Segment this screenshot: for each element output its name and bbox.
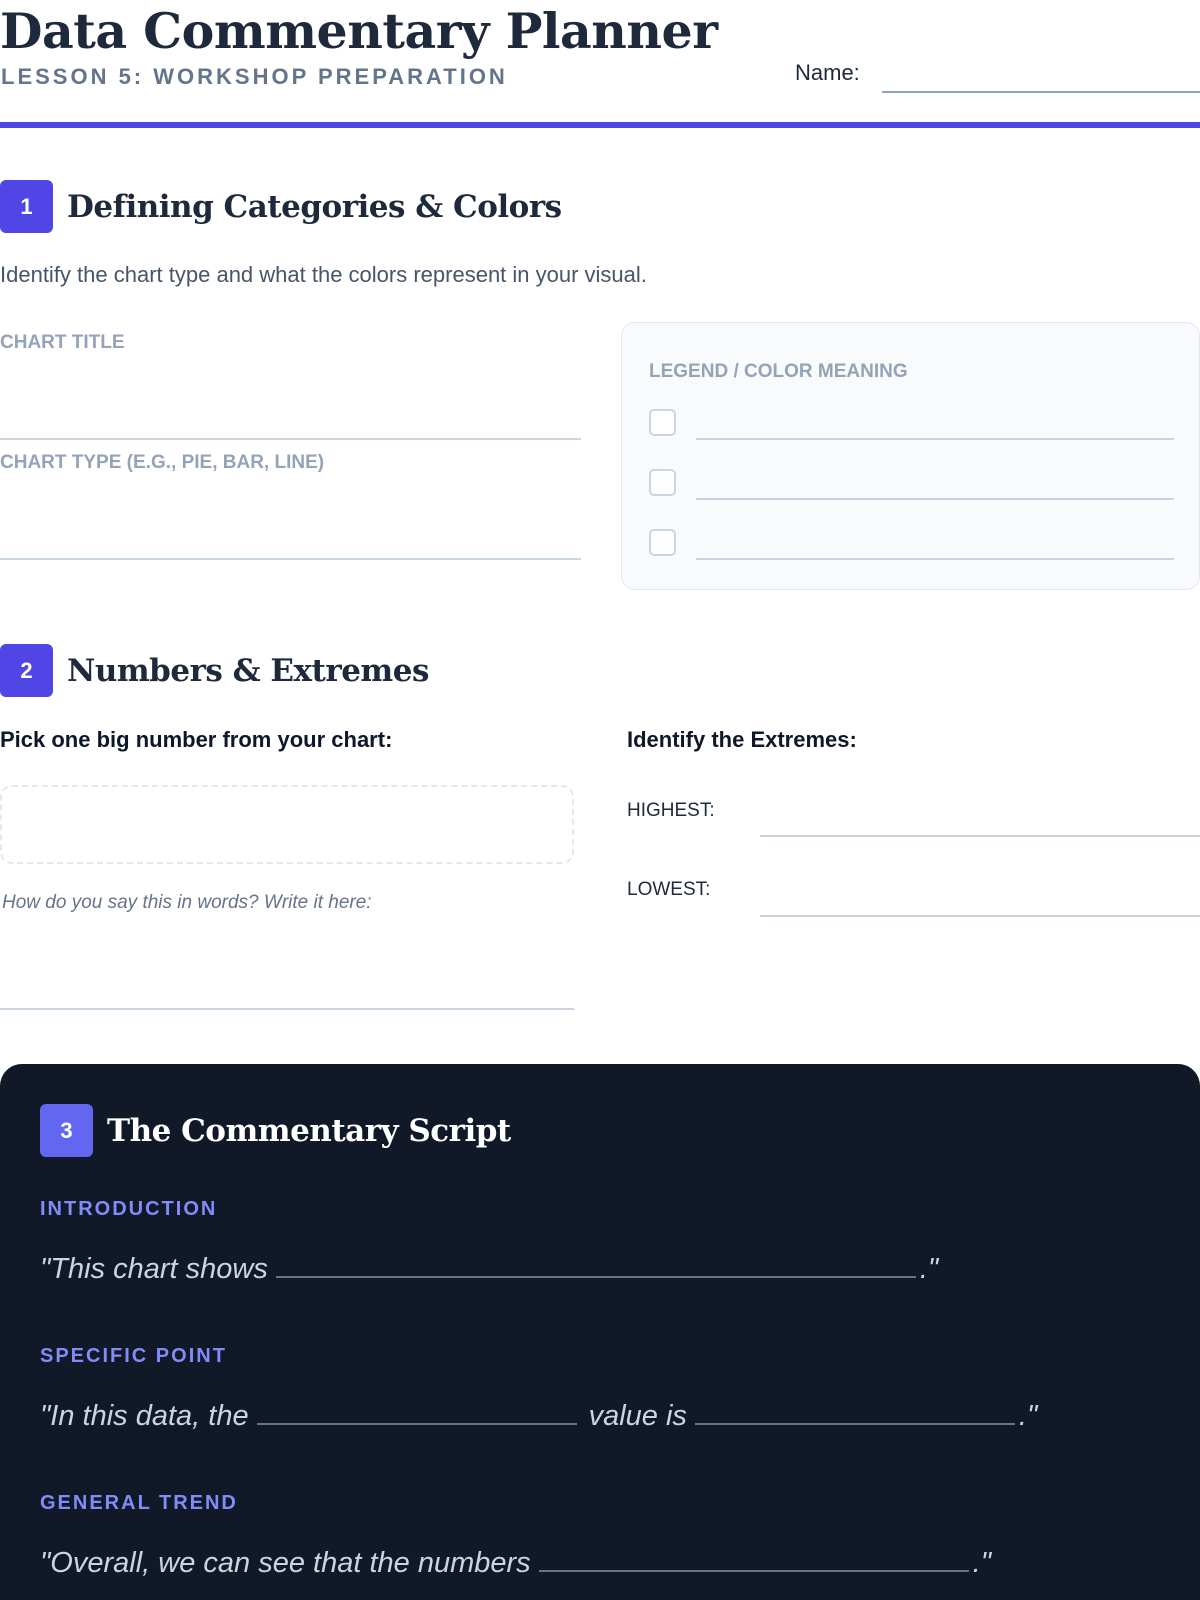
specific-start-text: "In this data, the <box>40 1400 249 1432</box>
introduction-label: Introduction <box>40 1198 218 1220</box>
lowest-field[interactable] <box>760 915 1200 917</box>
specific-category-blank[interactable] <box>256 1423 577 1425</box>
highest-label: HIGHEST: <box>627 800 715 821</box>
chart-type-label: Chart Type (e.g., Pie, Bar, Line) <box>0 452 325 473</box>
color-swatch-box[interactable] <box>649 529 676 556</box>
legend-row <box>649 409 1174 440</box>
intro-blank-field[interactable] <box>275 1276 916 1278</box>
specific-value-blank[interactable] <box>694 1423 1015 1425</box>
section-3-header: 3 The Commentary Script <box>40 1104 511 1157</box>
intro-end-text: ." <box>919 1253 939 1285</box>
section-1-header: 1 Defining Categories & Colors <box>0 180 562 233</box>
words-hint: How do you say this in words? Write it h… <box>2 892 372 913</box>
color-swatch-box[interactable] <box>649 409 676 436</box>
chart-title-label: Chart Title <box>0 332 125 353</box>
big-number-box[interactable] <box>0 785 574 864</box>
section-title: Defining Categories & Colors <box>67 188 562 225</box>
color-swatch-box[interactable] <box>649 469 676 496</box>
section-number-badge: 2 <box>0 644 53 697</box>
legend-meaning-field[interactable] <box>696 438 1174 440</box>
legend-panel: Legend / Color Meaning <box>621 322 1200 590</box>
legend-row <box>649 529 1174 560</box>
section-title: The Commentary Script <box>107 1112 511 1149</box>
legend-meaning-field[interactable] <box>696 498 1174 500</box>
chart-title-field[interactable] <box>0 438 581 440</box>
name-label: Name: <box>795 60 860 85</box>
section-title: Numbers & Extremes <box>67 652 429 689</box>
intro-start-text: "This chart shows <box>40 1253 268 1285</box>
chart-type-field[interactable] <box>0 558 581 560</box>
section-number-badge: 3 <box>40 1104 93 1157</box>
general-trend-sentence: "Overall, we can see that the numbers ." <box>40 1540 991 1580</box>
worksheet-header: Data Commentary Planner Lesson 5: Worksh… <box>0 0 1200 128</box>
extremes-label: Identify the Extremes: <box>627 727 857 752</box>
section-description: Identify the chart type and what the col… <box>0 262 647 287</box>
specific-end-text: ." <box>1018 1400 1038 1432</box>
big-number-label: Pick one big number from your chart: <box>0 727 393 752</box>
legend-label: Legend / Color Meaning <box>649 361 908 382</box>
section-2-header: 2 Numbers & Extremes <box>0 644 429 697</box>
name-field[interactable] <box>882 91 1200 93</box>
lowest-label: LOWEST: <box>627 879 711 900</box>
legend-row <box>649 469 1174 500</box>
specific-point-label: Specific Point <box>40 1345 227 1367</box>
legend-meaning-field[interactable] <box>696 558 1174 560</box>
number-in-words-field[interactable] <box>0 1008 574 1010</box>
trend-blank-field[interactable] <box>538 1570 969 1572</box>
specific-point-sentence: "In this data, the value is ." <box>40 1393 1037 1433</box>
page-title: Data Commentary Planner <box>0 2 718 60</box>
commentary-script-panel: 3 The Commentary Script Introduction "Th… <box>0 1064 1200 1600</box>
general-trend-label: General Trend <box>40 1492 238 1514</box>
specific-mid-text: value is <box>588 1400 687 1432</box>
trend-end-text: ." <box>972 1547 992 1579</box>
section-number-badge: 1 <box>0 180 53 233</box>
page-subtitle: Lesson 5: Workshop Preparation <box>1 64 508 89</box>
trend-start-text: "Overall, we can see that the numbers <box>40 1547 531 1579</box>
highest-field[interactable] <box>760 835 1200 837</box>
introduction-sentence: "This chart shows ." <box>40 1246 938 1286</box>
